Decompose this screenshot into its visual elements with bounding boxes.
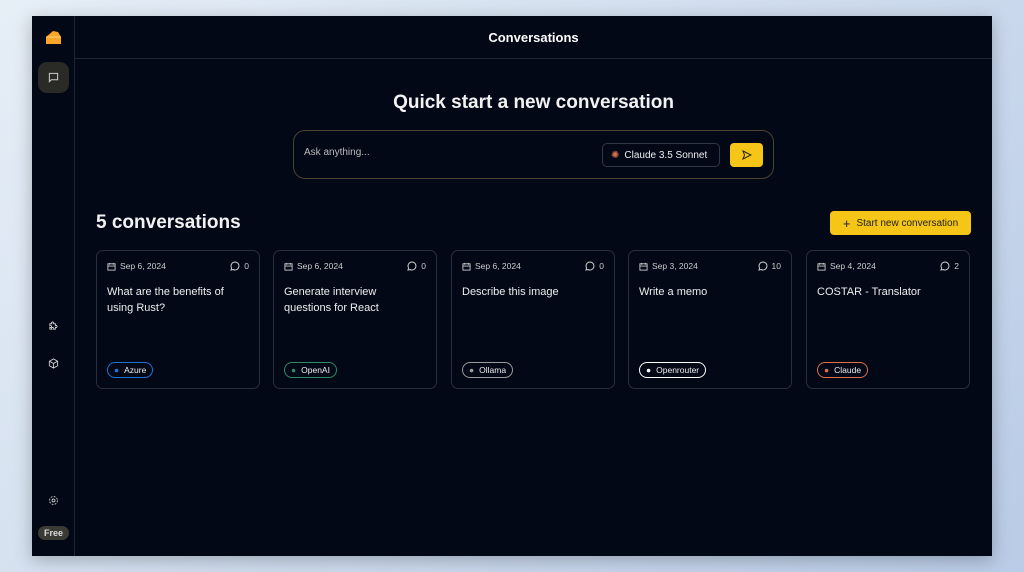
calendar-icon: [107, 262, 116, 271]
provider-name: Openrouter: [656, 365, 700, 375]
puzzle-icon: [48, 321, 57, 330]
app-window: Free Conversations Quick start a new con…: [32, 16, 992, 556]
provider-badge: ● Azure: [107, 362, 154, 378]
provider-name: OpenAI: [301, 365, 330, 375]
send-icon: [741, 150, 752, 160]
conversation-card[interactable]: Sep 3, 2024 10 Write a memo ● Openrouter: [628, 250, 792, 389]
ask-input[interactable]: [304, 147, 584, 158]
page-header: Conversations: [75, 16, 992, 59]
sidebar: Free: [32, 16, 75, 556]
card-date: Sep 6, 2024: [297, 261, 343, 271]
card-title: COSTAR - Translator: [817, 286, 921, 298]
calendar-icon: [817, 262, 826, 271]
card-date: Sep 4, 2024: [830, 261, 876, 271]
card-date: Sep 6, 2024: [120, 261, 166, 271]
provider-name: Claude: [834, 365, 862, 375]
sidebar-item-models[interactable]: [46, 356, 60, 370]
provider-icon: ●: [824, 365, 830, 375]
provider-icon: ●: [291, 365, 297, 375]
provider-name: Azure: [124, 365, 147, 375]
card-title: Describe this image: [462, 286, 559, 298]
provider-badge: ● Claude: [817, 362, 869, 378]
model-select-value: Claude 3.5 Sonnet: [624, 149, 708, 161]
calendar-icon: [284, 262, 293, 271]
card-message-count: 0: [599, 261, 604, 271]
conversation-card[interactable]: Sep 6, 2024 0 Generate interview question…: [273, 250, 437, 389]
cube-icon: [48, 357, 58, 369]
provider-icon: ●: [469, 365, 475, 375]
conversation-count: 5 conversations: [96, 212, 241, 233]
message-icon: [407, 261, 417, 271]
provider-icon: ●: [114, 365, 120, 375]
sidebar-item-settings[interactable]: [46, 493, 60, 507]
provider-badge: ● Openrouter: [639, 362, 707, 378]
provider-badge: ● OpenAI: [284, 362, 337, 378]
message-icon: [940, 261, 950, 271]
provider-name: Ollama: [479, 365, 507, 375]
sidebar-item-conversations[interactable]: [38, 62, 69, 93]
calendar-icon: [462, 262, 471, 271]
sidebar-item-plugins[interactable]: [46, 318, 60, 332]
model-select[interactable]: ✺ Claude 3.5 Sonnet: [602, 143, 720, 167]
claude-icon: ✺: [611, 149, 620, 161]
send-button[interactable]: [730, 143, 763, 167]
conversation-card[interactable]: Sep 4, 2024 2 COSTAR - Translator ● Claude: [806, 250, 970, 389]
card-title: What are the benefits of using Rust?: [107, 286, 224, 314]
new-button-label: Start new conversation: [856, 217, 959, 229]
quick-start-heading: Quick start a new conversation: [393, 92, 674, 113]
message-icon: [230, 261, 240, 271]
calendar-icon: [639, 262, 648, 271]
quick-start-box: ✺ Claude 3.5 Sonnet: [293, 130, 774, 179]
card-message-count: 0: [244, 261, 249, 271]
plus-icon: +: [842, 215, 851, 231]
chat-icon: [48, 72, 59, 83]
plan-badge: Free: [38, 526, 69, 540]
card-title: Write a memo: [639, 286, 708, 298]
message-icon: [585, 261, 595, 271]
card-title: Generate interview questions for React: [284, 286, 379, 314]
conversation-card[interactable]: Sep 6, 2024 0 What are the benefits of us…: [96, 250, 260, 389]
conversation-card[interactable]: Sep 6, 2024 0 Describe this image ● Ollama: [451, 250, 615, 389]
gear-icon: [48, 495, 58, 505]
card-message-count: 0: [421, 261, 426, 271]
card-message-count: 10: [771, 261, 781, 271]
card-date: Sep 3, 2024: [652, 261, 698, 271]
provider-badge: ● Ollama: [462, 362, 514, 378]
card-message-count: 2: [954, 261, 959, 271]
provider-icon: ●: [646, 365, 652, 375]
message-icon: [757, 261, 767, 271]
card-date: Sep 6, 2024: [475, 261, 521, 271]
app-logo-icon: [46, 31, 61, 44]
start-new-conversation-button[interactable]: + Start new conversation: [830, 211, 971, 235]
